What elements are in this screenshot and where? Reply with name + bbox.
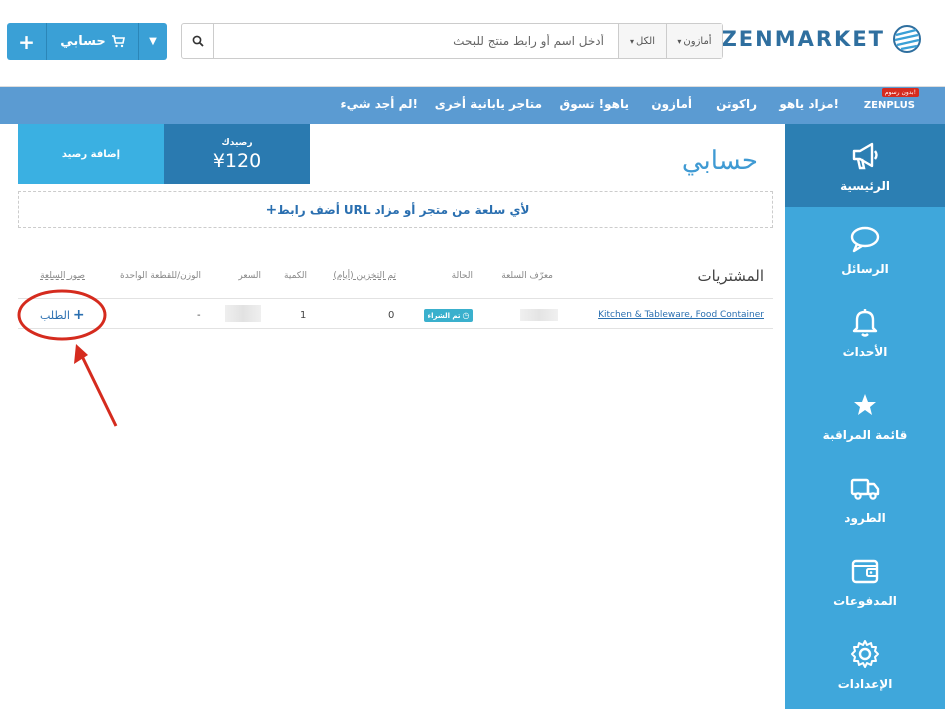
request-label: الطلب [40,308,70,322]
truck-icon [850,478,880,500]
weight-value: - [197,310,201,321]
column-header-storage-days: تم التخزين (أيام) [333,271,396,281]
price-redacted [225,305,261,322]
account-button-group: + حسابي ▼ [7,23,167,60]
sidebar: الرئيسية الرسائل الأحداث قائمة المراقبة … [785,124,945,709]
column-header-photos: صور السلعة [40,271,85,281]
nav-item-yahoo-auction[interactable]: مزاد ياهو! [779,97,839,111]
caret-down-icon: ▼ [149,36,157,47]
nav-item-not-found[interactable]: لم أجد شيء! [340,97,418,111]
sidebar-item-label: الإعدادات [837,676,893,691]
sidebar-item-label: الرسائل [841,261,889,276]
add-url-url: URL [343,202,371,217]
annotation-arrowhead [74,344,88,364]
search-input[interactable] [214,24,618,58]
star-icon [854,393,876,415]
zenmarket-logo[interactable]: ZENMARKET [722,24,923,54]
caret-down-icon: ▾ [630,36,635,46]
search-bar: ▾ الكل ▾ أمازون [181,23,723,59]
column-header-status: الحالة [451,271,473,281]
logo-mark-icon [893,25,921,53]
sidebar-item-parcels[interactable]: الطرود [785,456,945,539]
sidebar-item-payments[interactable]: المدفوعات [785,539,945,622]
plus-icon: + [265,201,278,218]
sidebar-item-messages[interactable]: الرسائل [785,207,945,290]
balance-box: رصيدك ¥120 [164,124,310,184]
sidebar-item-home[interactable]: الرئيسية [785,124,945,207]
my-account-button[interactable]: حسابي [47,23,139,60]
store-select-label: أمازون [683,35,712,47]
request-photos-button[interactable]: الطلب + [40,307,85,323]
storage-days-value: 0 [388,310,395,321]
add-url-button[interactable]: + أضف رابط URL لأي سلعة من متجر أو مزاد [18,191,773,228]
column-header-weight: الوزن/للقطعة الواحدة [120,271,201,281]
column-header-item-id: معرّف السلعة [501,271,553,281]
wallet-icon [851,559,879,583]
sidebar-item-label: الطرود [844,510,886,525]
page-title: حسابي [681,146,758,176]
nav-item-other-stores[interactable]: متاجر يابانية أخرى [435,97,542,111]
status-badge: تم الشراء ◷ [424,309,473,322]
column-header-price: السعر [238,271,261,281]
gear-icon [851,639,879,668]
sidebar-item-label: الرئيسية [840,178,890,193]
nav-item-yahoo-shopping[interactable]: ياهو! تسوق [560,97,629,111]
table-header-divider [18,298,773,299]
sidebar-item-settings[interactable]: الإعدادات [785,622,945,705]
sidebar-item-watchlist[interactable]: قائمة المراقبة [785,373,945,456]
account-label: حسابي [60,34,106,49]
nav-item-amazon[interactable]: أمازون [651,97,692,111]
search-icon [192,35,204,47]
nav-item-rakuten[interactable]: راكوتن [716,97,757,111]
balance-label: رصيدك [221,138,253,148]
clock-icon: ◷ [462,311,470,320]
purchases-title: المشتريات [697,267,764,285]
status-label: تم الشراء [427,311,461,320]
product-link[interactable]: Kitchen & Tableware, Food Container [598,310,764,320]
annotation-arrow [78,351,118,427]
add-url-pre: أضف رابط [277,202,340,217]
zenplus-badge: بدون رسوم! [881,88,919,97]
add-plus-button[interactable]: + [7,23,47,60]
table-row-divider [18,328,773,329]
add-balance-button[interactable]: إضافة رصيد [18,124,164,184]
caret-down-icon: ▾ [677,36,682,46]
sidebar-item-label: قائمة المراقبة [822,427,908,442]
sidebar-item-events[interactable]: الأحداث [785,290,945,373]
sidebar-item-label: المدفوعات [833,593,897,608]
plus-icon: + [72,307,85,323]
top-header: ZENMARKET ▾ الكل ▾ أمازون + حسابي [0,0,945,87]
megaphone-icon [852,142,878,169]
category-select-label: الكل [636,35,655,47]
add-url-post: لأي سلعة من متجر أو مزاد [374,202,530,217]
column-header-quantity: الكمية [284,271,307,281]
item-id-redacted [520,309,558,321]
quantity-value: 1 [300,310,307,321]
store-select[interactable]: ▾ أمازون [666,24,722,58]
balance-value: ¥120 [212,150,262,172]
nav-item-zenplus[interactable]: ZENPLUS [864,100,915,111]
bell-icon [852,308,878,337]
category-select[interactable]: ▾ الكل [618,24,666,58]
main-nav: بدون رسوم! ZENPLUS مزاد ياهو! راكوتن أما… [0,87,945,124]
sidebar-item-label: الأحداث [842,344,888,359]
plus-icon: + [18,29,35,54]
cart-icon [111,35,125,48]
search-button[interactable] [182,24,214,58]
account-dropdown-button[interactable]: ▼ [139,23,167,60]
chat-bubble-icon [850,226,880,252]
logo-text: ZENMARKET [721,27,885,51]
